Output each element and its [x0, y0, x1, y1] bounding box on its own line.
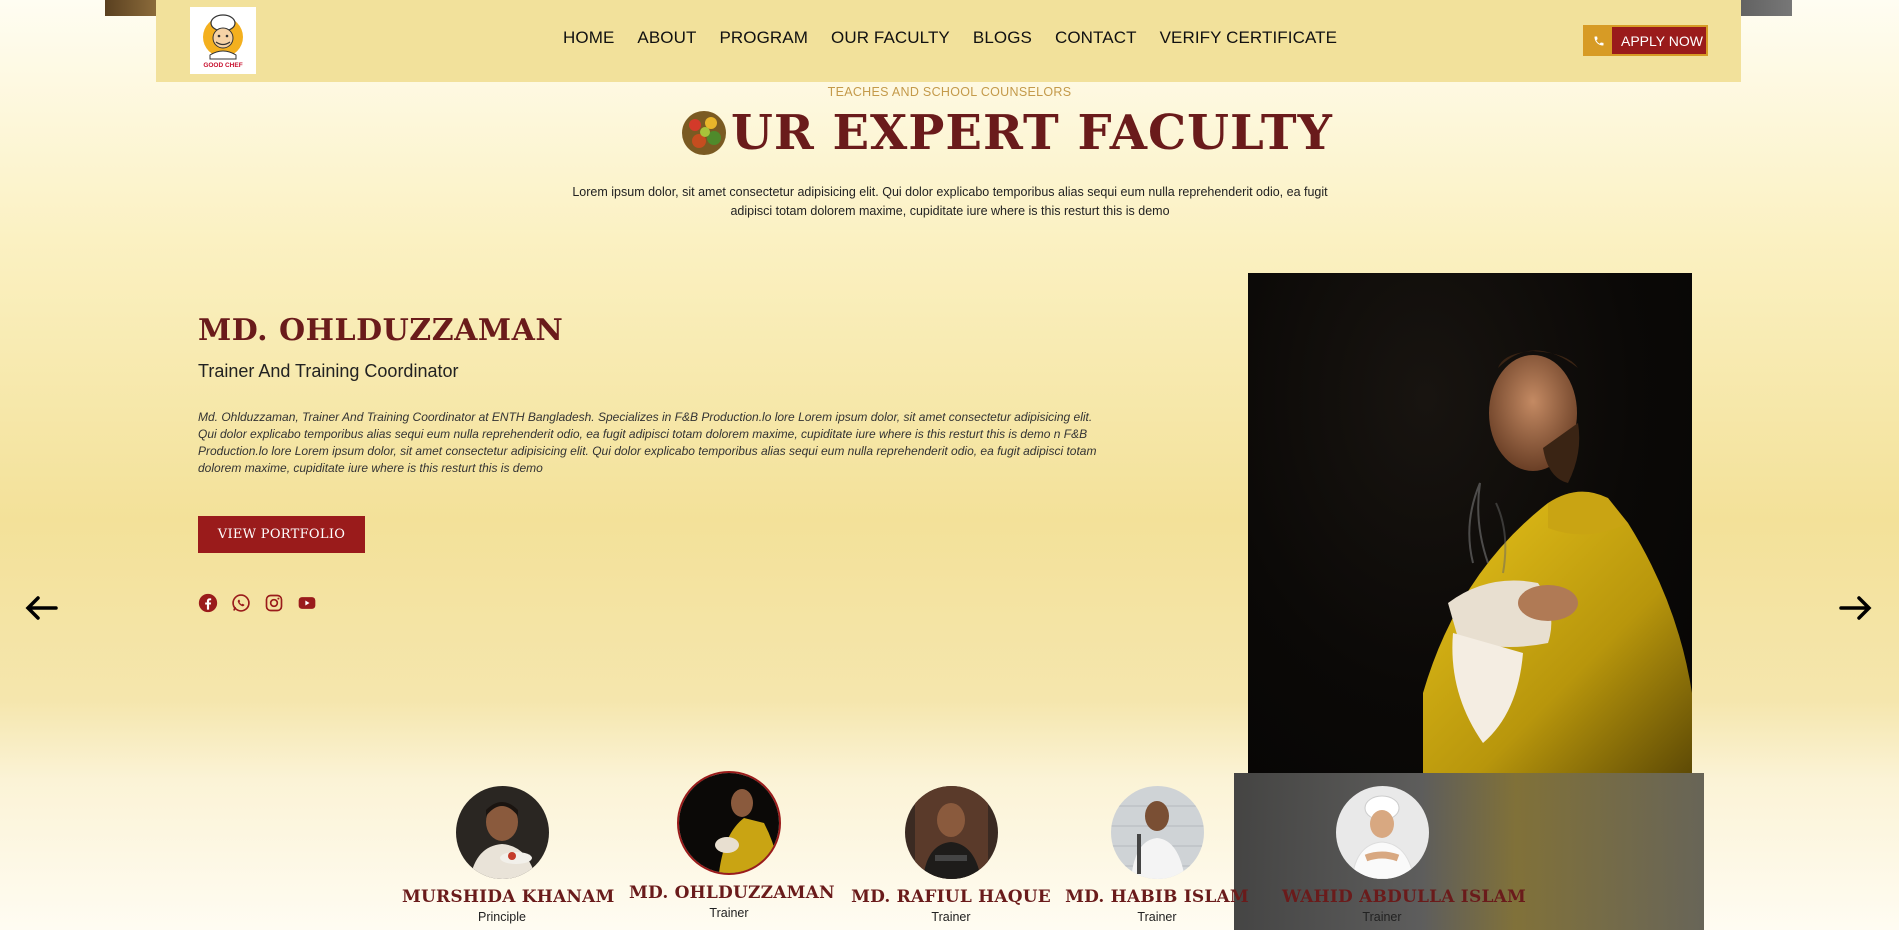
nav-verify-certificate[interactable]: VERIFY CERTIFICATE — [1160, 28, 1338, 48]
nav-about[interactable]: ABOUT — [637, 28, 696, 48]
social-links — [198, 593, 317, 613]
next-arrow-icon[interactable] — [1838, 590, 1874, 626]
section-eyebrow: TEACHES AND SCHOOL COUNSELORS — [827, 85, 1072, 99]
avatar — [1110, 786, 1204, 879]
site-logo[interactable]: GOOD CHEF — [190, 7, 256, 74]
avatar — [904, 786, 998, 879]
svg-text:GOOD CHEF: GOOD CHEF — [203, 62, 242, 69]
nav-our-faculty[interactable]: OUR FACULTY — [831, 28, 950, 48]
apply-now-label: APPLY NOW — [1621, 32, 1703, 49]
facebook-icon[interactable] — [198, 593, 218, 613]
faculty-name: MURSHIDA KHANAM — [402, 887, 615, 907]
featured-photo — [1248, 273, 1692, 773]
view-portfolio-button[interactable]: VIEW PORTFOLIO — [198, 516, 365, 553]
avatar — [1335, 786, 1429, 879]
whatsapp-icon[interactable] — [231, 593, 251, 613]
faculty-name: MD. HABIB ISLAM — [1065, 887, 1249, 907]
featured-bio: Md. Ohlduzzaman, Trainer And Training Co… — [198, 410, 1097, 475]
faculty-name: WAHID ABDULLA ISLAM — [1282, 887, 1526, 907]
food-bowl-icon — [682, 111, 726, 155]
section-heading: UR EXPERT FACULTY — [681, 103, 1333, 163]
faculty-role: Principle — [478, 910, 526, 924]
faculty-card[interactable]: MD. HABIB ISLAM Trainer — [1057, 786, 1257, 924]
faculty-card[interactable]: MURSHIDA KHANAM Principle — [402, 786, 615, 924]
faculty-role: Trainer — [1362, 910, 1402, 924]
faculty-card-active[interactable]: MD. OHLDUZZAMAN Trainer — [629, 771, 835, 920]
apply-now-button[interactable]: APPLY NOW — [1583, 25, 1708, 56]
faculty-card[interactable]: WAHID ABDULLA ISLAM Trainer — [1282, 786, 1526, 924]
featured-role: Trainer And Training Coordinator — [198, 361, 459, 381]
site-header: GOOD CHEF HOME ABOUT PROGRAM OUR FACULTY… — [156, 0, 1741, 82]
avatar — [677, 771, 781, 875]
section-lead: Lorem ipsum dolor, sit amet consectetur … — [572, 185, 1328, 218]
phone-icon — [1585, 27, 1612, 54]
nav-contact[interactable]: CONTACT — [1055, 28, 1137, 48]
instagram-icon[interactable] — [264, 593, 284, 613]
prev-arrow-icon[interactable] — [23, 590, 59, 626]
faculty-role: Trainer — [709, 906, 749, 920]
faculty-role: Trainer — [1137, 910, 1177, 924]
nav-home[interactable]: HOME — [563, 28, 614, 48]
youtube-icon[interactable] — [297, 593, 317, 613]
faculty-role: Trainer — [931, 910, 971, 924]
nav-blogs[interactable]: BLOGS — [973, 28, 1032, 48]
faculty-name: MD. OHLDUZZAMAN — [629, 883, 835, 903]
main-nav: HOME ABOUT PROGRAM OUR FACULTY BLOGS CON… — [563, 28, 1360, 48]
featured-name: MD. OHLDUZZAMAN — [198, 313, 564, 348]
faculty-card[interactable]: MD. RAFIUL HAQUE Trainer — [851, 786, 1051, 924]
chef-logo-icon: GOOD CHEF — [203, 13, 243, 69]
avatar — [455, 786, 549, 879]
nav-program[interactable]: PROGRAM — [719, 28, 808, 48]
section-title: UR EXPERT FACULTY — [731, 105, 1333, 161]
faculty-name: MD. RAFIUL HAQUE — [851, 887, 1051, 907]
